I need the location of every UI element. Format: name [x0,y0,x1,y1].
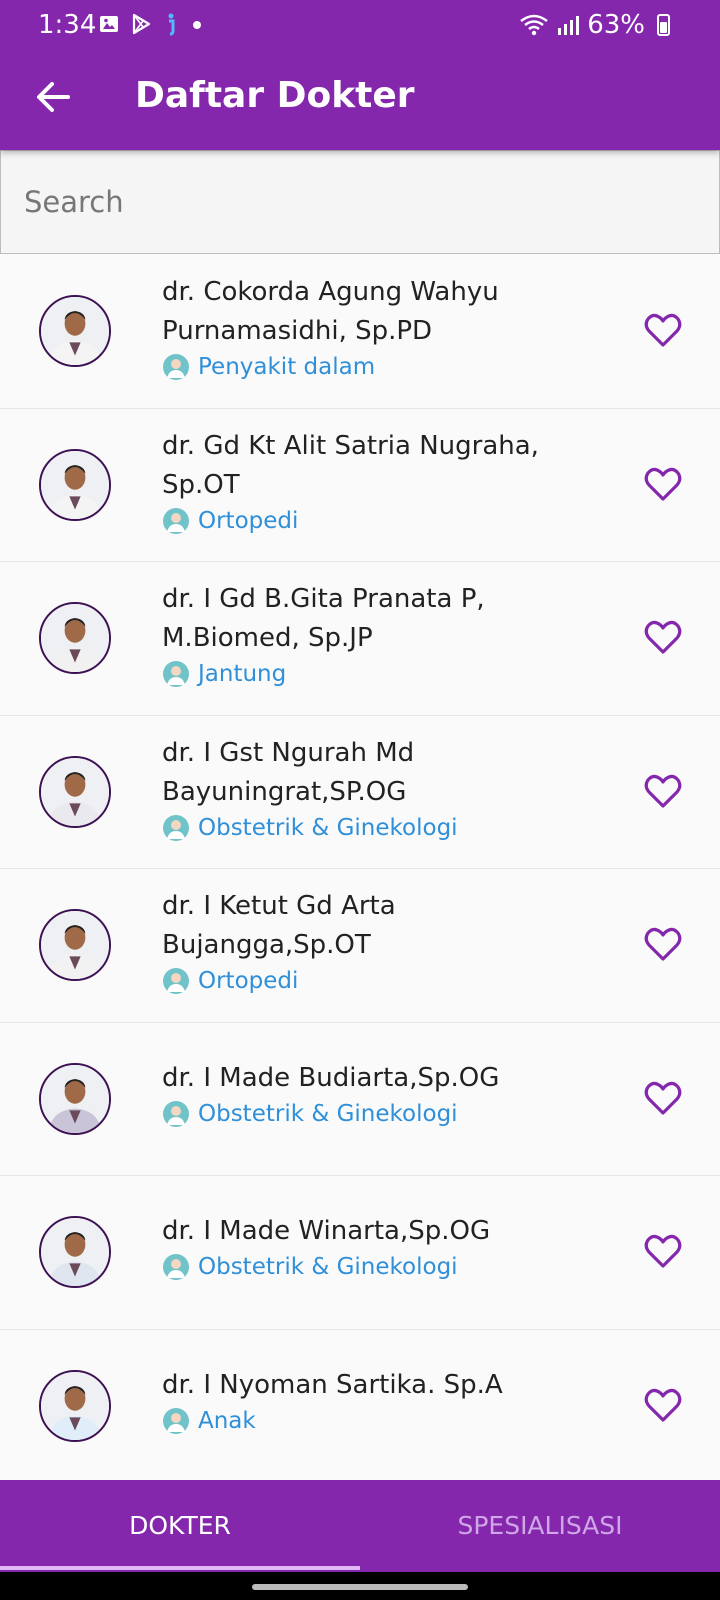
specialty: Ortopedi [162,967,582,995]
specialty-label: Obstetrik & Ginekologi [198,1100,458,1127]
specialty: Jantung [162,660,582,688]
doctor-icon [163,1100,189,1127]
specialty: Ortopedi [162,507,582,535]
doctor-avatar [39,1369,111,1442]
specialty-label: Obstetrik & Ginekologi [198,814,458,841]
doctor-info: dr. I Gst Ngurah Md Bayuningrat,SP.OG Obst… [162,734,582,842]
page-title: Daftar Dokter [135,75,415,116]
doctor-name: dr. I Gst Ngurah Md [162,737,415,768]
doctor-row[interactable]: dr. Cokorda Agung Wahyu Purnamasidhi, Sp.… [0,255,720,409]
favorite-heart-icon[interactable] [643,771,683,811]
doctor-info: dr. I Nyoman Sartika. Sp.A Anak [162,1366,582,1435]
favorite-heart-icon[interactable] [643,1078,683,1118]
dot-icon [193,21,201,29]
doctor-avatar [39,1216,111,1288]
doctor-name-line2: Bujangga,Sp.OT [162,930,371,960]
image-icon [100,16,118,32]
doctor-avatar [39,448,111,521]
signal-icon [558,16,580,35]
specialty: Obstetrik & Ginekologi [162,814,582,842]
search-input[interactable] [1,151,719,253]
bottom-tabs: DOKTER SPESIALISASI [0,1480,720,1572]
specialty: Penyakit dalam [162,353,582,381]
doctor-icon [163,354,189,380]
doctor-info: dr. Cokorda Agung Wahyu Purnamasidhi, Sp.… [162,273,582,381]
doctor-name: dr. I Nyoman Sartika. Sp.A [162,1369,503,1400]
doctor-name: dr. I Made Budiarta,Sp.OG [162,1062,500,1093]
tab-dokter[interactable]: DOKTER [0,1480,360,1572]
doctor-name-line2: M.Biomed, Sp.JP [162,623,373,653]
specialty-label: Ortopedi [198,968,299,994]
doctor-name: dr. Cokorda Agung Wahyu [162,277,499,307]
doctor-row[interactable]: dr. I Ketut Gd Arta Bujangga,Sp.OT Ortoped… [0,869,720,1023]
doctor-avatar [39,602,111,674]
top-app-bar: 1:34 63% Daftar Dokter [0,0,720,150]
doctor-row[interactable]: dr. I Gst Ngurah Md Bayuningrat,SP.OG Obst… [0,715,720,869]
system-nav-bar [0,1572,720,1600]
doctor-icon [163,507,189,534]
doctor-info: dr. I Made Budiarta,Sp.OG Obstetrik & Gin… [162,1059,582,1128]
app-notification-icon [168,13,175,36]
back-arrow-icon[interactable] [34,78,72,116]
specialty: Obstetrik & Ginekologi [162,1100,582,1128]
favorite-heart-icon[interactable] [643,464,683,504]
notification-icons [98,12,204,36]
doctor-avatar [39,755,111,828]
doctor-row[interactable]: dr. I Nyoman Sartika. Sp.A Anak [0,1329,720,1483]
doctor-name: dr. I Ketut Gd Arta [162,891,396,921]
doctor-row[interactable]: dr. I Gd B.Gita Pranata P, M.Biomed, Sp.J… [0,562,720,716]
doctor-row[interactable]: dr. I Made Winarta,Sp.OG Obstetrik & Gine… [0,1176,720,1330]
doctor-row[interactable]: dr. Gd Kt Alit Satria Nugraha, Sp.OT Ortop… [0,408,720,562]
specialty-label: Penyakit dalam [198,354,376,380]
doctor-icon [163,814,189,841]
doctor-icon [163,1254,189,1280]
specialty-label: Jantung [198,661,287,687]
specialty-label: Obstetrik & Ginekologi [198,1254,458,1280]
status-right: 63% [519,10,670,40]
doctor-info: dr. I Ketut Gd Arta Bujangga,Sp.OT Ortoped… [162,887,582,995]
status-bar: 1:34 63% [0,0,720,52]
doctor-name-line2: Bayuningrat,SP.OG [162,776,407,807]
doctor-info: dr. I Made Winarta,Sp.OG Obstetrik & Gine… [162,1212,582,1281]
favorite-heart-icon[interactable] [643,1231,683,1271]
doctor-name: dr. I Gd B.Gita Pranata P, [162,584,485,614]
play-store-icon [132,13,151,35]
doctor-name: dr. Gd Kt Alit Satria Nugraha, [162,430,539,461]
doctor-avatar [39,295,111,367]
doctor-name-line2: Purnamasidhi, Sp.PD [162,316,433,346]
battery-percent: 63% [587,10,645,40]
specialty: Anak [162,1407,582,1435]
search-box [0,150,720,254]
favorite-heart-icon[interactable] [643,1385,683,1425]
doctor-info: dr. Gd Kt Alit Satria Nugraha, Sp.OT Ortop… [162,427,582,535]
doctor-avatar [39,909,111,981]
home-gesture-pill[interactable] [252,1584,468,1590]
doctor-name-line2: Sp.OT [162,469,240,500]
doctor-avatar [39,1062,111,1135]
doctor-icon [163,968,189,994]
doctor-name: dr. I Made Winarta,Sp.OG [162,1216,491,1246]
specialty-label: Anak [198,1407,256,1434]
wifi-icon [520,14,548,36]
favorite-heart-icon[interactable] [643,924,683,964]
specialty-label: Ortopedi [198,507,299,534]
doctor-list: dr. Cokorda Agung Wahyu Purnamasidhi, Sp.… [0,255,720,1483]
doctor-icon [163,1407,189,1434]
doctor-row[interactable]: dr. I Made Budiarta,Sp.OG Obstetrik & Gin… [0,1022,720,1176]
status-time: 1:34 [38,10,97,40]
battery-icon [657,14,670,36]
tab-spesialisasi[interactable]: SPESIALISASI [360,1480,720,1572]
favorite-heart-icon[interactable] [643,617,683,657]
specialty: Obstetrik & Ginekologi [162,1253,582,1281]
favorite-heart-icon[interactable] [643,310,683,350]
doctor-icon [163,661,189,687]
doctor-info: dr. I Gd B.Gita Pranata P, M.Biomed, Sp.J… [162,580,582,688]
